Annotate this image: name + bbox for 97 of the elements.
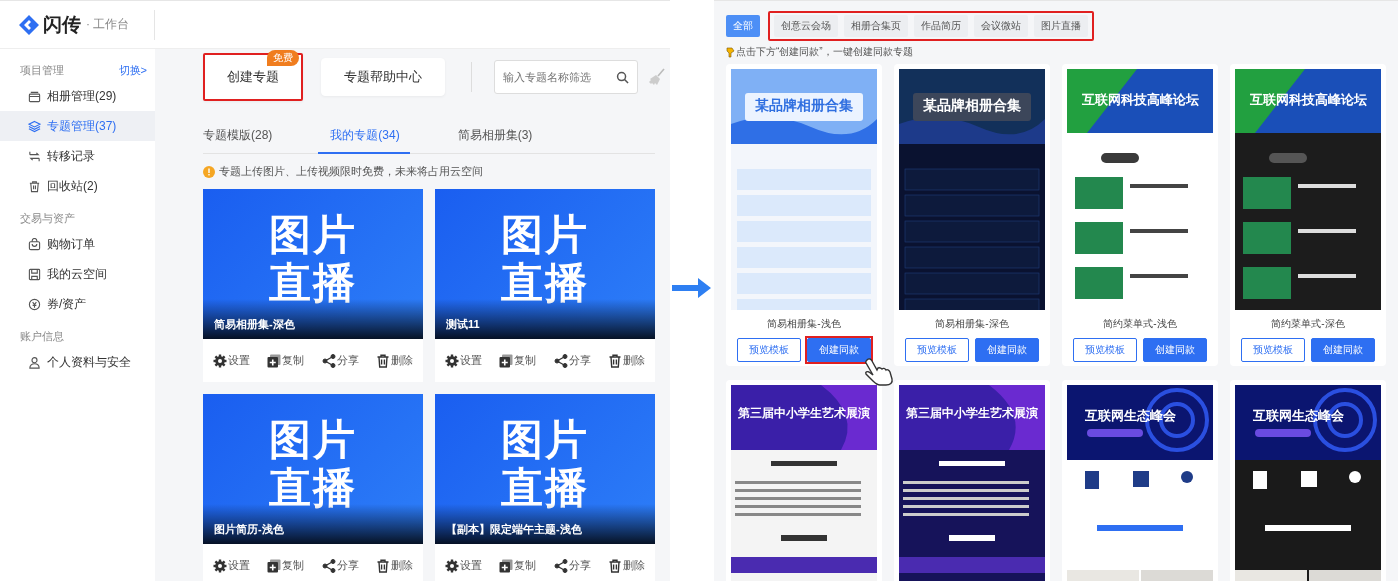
preview-title: 第三届中小学生艺术展演 [737,405,871,422]
share-icon [553,558,568,573]
free-badge: 免费 [267,50,299,66]
tab[interactable]: 专题模版(28) [193,121,283,153]
copy-link[interactable]: 复制 [499,353,537,368]
logo-icon [18,13,40,36]
trash-icon [376,558,390,573]
share-icon [321,558,336,573]
delete-link[interactable]: 删除 [376,558,413,573]
settings-link[interactable]: 设置 [445,353,482,368]
template-name: 简易相册集-浅色 [766,317,842,331]
template-name: 简易相册集-深色 [934,317,1010,331]
tab[interactable]: 我的专题(34) [318,121,410,154]
cover-title: 图片 [501,416,589,464]
share-icon [553,353,568,368]
plus-square-icon [499,558,514,573]
sidebar-item[interactable]: 转移记录 [0,141,155,171]
create-same-button[interactable]: 创建同款 [1311,338,1375,362]
share-link[interactable]: 分享 [321,558,359,573]
trash-icon [608,353,622,368]
gear-icon [445,353,459,368]
share-link[interactable]: 分享 [553,353,591,368]
preview-button[interactable]: 预览模板 [1241,338,1305,362]
sidebar-item[interactable]: 相册管理(29) [0,81,155,111]
share-link[interactable]: 分享 [553,558,591,573]
sidebar-item[interactable]: 我的云空间 [0,259,155,289]
search-icon [616,71,629,84]
plus-square-icon [267,353,282,368]
plus-square-icon [499,353,514,368]
filter-tab[interactable]: 创意云会场 [774,15,838,37]
preview-title: 互联网科技高峰论坛 [1248,91,1368,109]
notice-text: 专题上传图片、上传视频限时免费，未来将占用云空间 [219,164,483,179]
bag-icon [28,237,41,251]
pointer-icon [726,46,735,58]
preview-title: 互联网科技高峰论坛 [1080,91,1200,109]
gear-icon [213,558,227,573]
section-title: 账户信息 [20,328,64,344]
preview-button[interactable]: 预览模板 [737,338,801,362]
transfer-icon [28,149,41,163]
filter-tab[interactable]: 作品简历 [914,15,968,37]
hint-text: 点击下方“创建同款”，一键创建同款专题 [736,45,913,59]
box-icon [28,89,41,103]
preview-button[interactable]: 预览模板 [1073,338,1137,362]
filter-tab[interactable]: 图片直播 [1034,15,1088,37]
create-same-button[interactable]: 创建同款 [1143,338,1207,362]
workspace-label: · 工作台 [86,16,130,33]
create-same-button[interactable]: 创建同款 [807,338,871,362]
copy-link[interactable]: 复制 [499,558,537,573]
copy-link[interactable]: 复制 [267,353,305,368]
plus-square-icon [267,558,282,573]
cover-title: 图片 [501,211,589,259]
section-title: 项目管理 [20,62,64,78]
preview-title: 第三届中小学生艺术展演 [905,405,1039,422]
arrow-icon [672,276,712,299]
warning-icon [203,165,215,178]
trash-icon [608,558,622,573]
sidebar-item[interactable]: 回收站(2) [0,171,155,201]
search-field[interactable]: 输入专题名称筛选 [494,60,638,94]
sidebar-item[interactable]: 专题管理(37) [0,111,155,141]
gear-icon [213,353,227,368]
trash-icon [28,179,41,193]
sidebar-item[interactable]: 券/资产 [0,289,155,319]
delete-link[interactable]: 删除 [608,558,645,573]
help-center-button[interactable]: 专题帮助中心 [321,58,445,96]
template-name: 简约菜单式-浅色 [1102,317,1178,331]
user-icon [28,355,41,369]
settings-link[interactable]: 设置 [213,558,250,573]
gear-icon [445,558,459,573]
logo-text: 闪传 [43,12,81,37]
sidebar-item[interactable]: 购物订单 [0,229,155,259]
copy-link[interactable]: 复制 [267,558,305,573]
sidebar-item[interactable]: 个人资料与安全 [0,347,155,377]
cover-title: 图片 [269,416,357,464]
share-icon [321,353,336,368]
template-name: 简约菜单式-深色 [1270,317,1346,331]
share-link[interactable]: 分享 [321,353,359,368]
filter-tab[interactable]: 会议微站 [974,15,1028,37]
layers-icon [28,119,41,133]
coin-icon [28,297,41,311]
cover-title: 图片 [269,211,357,259]
tab[interactable]: 简易相册集(3) [445,121,543,153]
preview-title: 某品牌相册合集 [922,97,1022,115]
broom-icon[interactable] [648,68,666,86]
create-same-button[interactable]: 创建同款 [975,338,1039,362]
preview-title: 互联网生态峰会 [1253,407,1344,425]
switch-link[interactable]: 切换> [118,62,147,78]
trash-icon [376,353,390,368]
preview-button[interactable]: 预览模板 [905,338,969,362]
preview-title: 互联网生态峰会 [1085,407,1176,425]
delete-link[interactable]: 删除 [608,353,645,368]
delete-link[interactable]: 删除 [376,353,413,368]
disk-icon [28,267,41,281]
settings-link[interactable]: 设置 [213,353,250,368]
settings-link[interactable]: 设置 [445,558,482,573]
preview-title: 某品牌相册合集 [754,97,854,115]
filter-tab[interactable]: 相册合集页 [844,15,908,37]
section-title: 交易与资产 [20,210,75,226]
